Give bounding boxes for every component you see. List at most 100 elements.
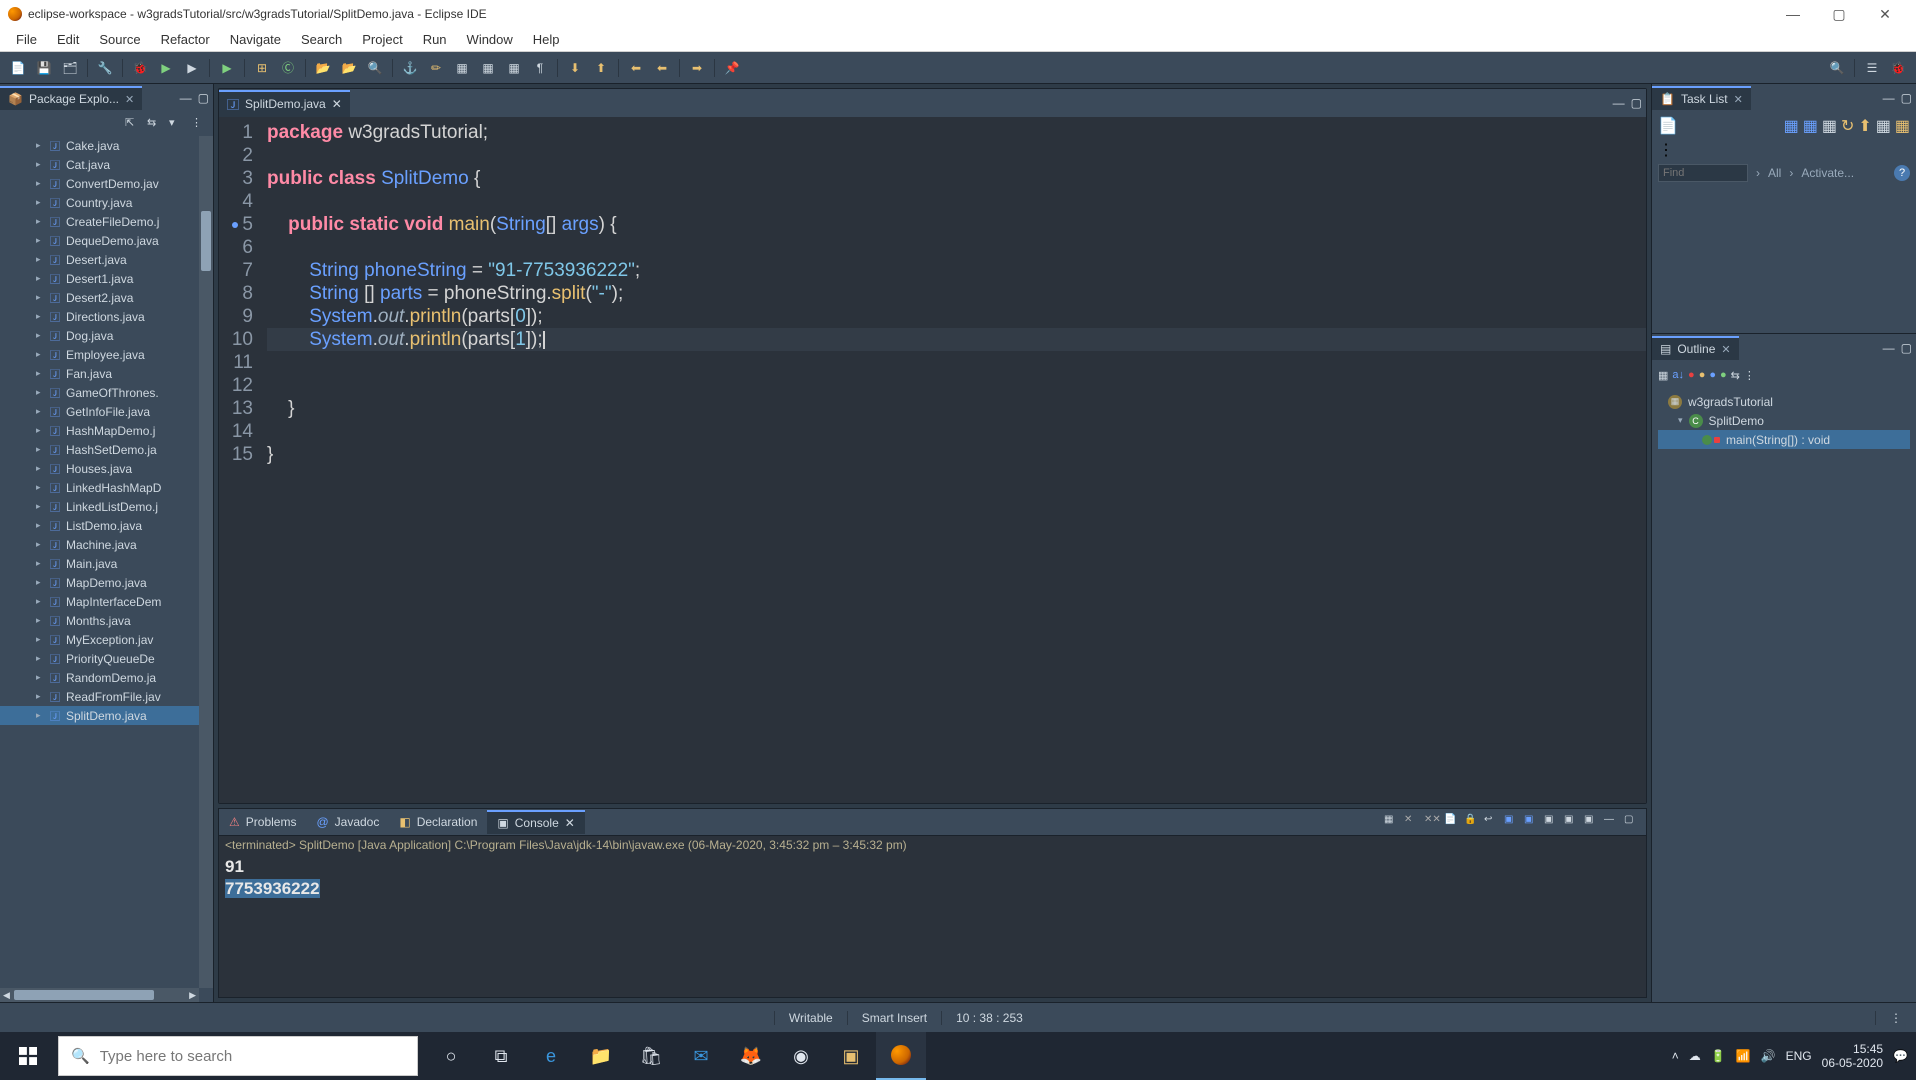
new-icon[interactable]: 📄 (8, 58, 28, 78)
outline-class[interactable]: ▾ C SplitDemo (1658, 411, 1910, 430)
run-last-icon[interactable]: ▶ (217, 58, 237, 78)
link-editor-icon[interactable]: ⇆ (147, 116, 163, 132)
task-find-input[interactable] (1658, 164, 1748, 182)
search-icon[interactable]: 🔍 (365, 58, 385, 78)
code-area[interactable]: package w3gradsTutorial; public class Sp… (261, 117, 1646, 803)
minimize-view-icon[interactable]: — (1883, 341, 1895, 355)
display-sel-icon[interactable]: ▣ (1564, 814, 1580, 830)
volume-icon[interactable]: 🔊 (1761, 1049, 1776, 1063)
minimize-view-icon[interactable]: — (1883, 91, 1895, 105)
view-menu-icon[interactable]: ⋮ (191, 116, 207, 132)
outline-menu-icon[interactable]: ⋮ (1744, 369, 1755, 382)
tree-hscrollbar[interactable]: ◀ ▶ (0, 988, 199, 1002)
firefox-icon[interactable]: 🦊 (726, 1032, 776, 1080)
task-list-tab[interactable]: 📋 Task List ✕ (1652, 86, 1751, 110)
scroll-lock-icon[interactable]: 🔒 (1464, 814, 1480, 830)
tree-item[interactable]: ▸🄹Cake.java (0, 136, 199, 155)
tree-item[interactable]: ▸🄹LinkedListDemo.j (0, 497, 199, 516)
build-icon[interactable]: 🔧 (95, 58, 115, 78)
menu-source[interactable]: Source (89, 32, 150, 47)
pin-editor-icon[interactable]: 📌 (722, 58, 742, 78)
sublime-icon[interactable]: ▣ (826, 1032, 876, 1080)
menu-file[interactable]: File (6, 32, 47, 47)
focus-outline-icon[interactable]: ▦ (1658, 369, 1668, 382)
quick-access-icon[interactable]: 🔍 (1827, 58, 1847, 78)
outline-tab[interactable]: ▤ Outline ✕ (1652, 336, 1739, 360)
categorize-icon[interactable]: ▦ (1784, 116, 1799, 136)
next-annot-icon[interactable]: ⬇ (565, 58, 585, 78)
outline-package[interactable]: ▦ w3gradsTutorial (1658, 392, 1910, 411)
tree-item[interactable]: ▸🄹MapDemo.java (0, 573, 199, 592)
remove-launch-icon[interactable]: ✕ (1404, 814, 1420, 830)
tree-vscrollbar[interactable] (199, 136, 213, 988)
tree-item[interactable]: ▸🄹ReadFromFile.jav (0, 687, 199, 706)
clear-console-icon[interactable]: 📄 (1444, 814, 1460, 830)
word-wrap-icon[interactable]: ↩ (1484, 814, 1500, 830)
perspective-java-icon[interactable]: ☰ (1862, 58, 1882, 78)
tree-item[interactable]: ▸🄹RandomDemo.ja (0, 668, 199, 687)
tree-item[interactable]: ▸🄹Desert.java (0, 250, 199, 269)
menu-refactor[interactable]: Refactor (151, 32, 220, 47)
hide-static-icon[interactable]: ● (1699, 369, 1706, 381)
tree-item[interactable]: ▸🄹Machine.java (0, 535, 199, 554)
minimize-button[interactable]: — (1770, 0, 1816, 28)
filter-icon[interactable]: ▾ (169, 116, 185, 132)
menu-search[interactable]: Search (291, 32, 352, 47)
battery-icon[interactable]: 🔋 (1711, 1049, 1726, 1063)
tree-item[interactable]: ▸🄹ConvertDemo.jav (0, 174, 199, 193)
show-on-err-icon[interactable]: ▣ (1524, 814, 1540, 830)
tree-item[interactable]: ▸🄹Months.java (0, 611, 199, 630)
language-indicator[interactable]: ENG (1786, 1049, 1812, 1063)
menu-run[interactable]: Run (413, 32, 457, 47)
close-icon[interactable]: ✕ (125, 93, 134, 106)
maximize-view-icon[interactable]: ▢ (1901, 91, 1912, 105)
tree-item[interactable]: ▸🄹Country.java (0, 193, 199, 212)
tree-item[interactable]: ▸🄹Directions.java (0, 307, 199, 326)
tree-item[interactable]: ▸🄹PriorityQueueDe (0, 649, 199, 668)
tree-item[interactable]: ▸🄹DequeDemo.java (0, 231, 199, 250)
hide-fields-icon[interactable]: ● (1688, 369, 1695, 381)
show-ws-icon[interactable]: ▦ (478, 58, 498, 78)
wifi-icon[interactable]: 📶 (1736, 1049, 1751, 1063)
tray-up-icon[interactable]: ˄ (1672, 1049, 1679, 1063)
close-icon[interactable]: ✕ (332, 97, 342, 111)
tree-item[interactable]: ▸🄹Houses.java (0, 459, 199, 478)
maximize-bottom-icon[interactable]: ▢ (1624, 814, 1640, 830)
link-outline-icon[interactable]: ⇆ (1731, 369, 1740, 382)
debug-icon[interactable]: 🐞 (130, 58, 150, 78)
new-task-icon[interactable]: 📄 (1658, 116, 1678, 136)
all-link[interactable]: All (1768, 166, 1781, 180)
status-menu-icon[interactable]: ⋮ (1875, 1011, 1916, 1025)
tree-item[interactable]: ▸🄹SplitDemo.java (0, 706, 199, 725)
activate-link[interactable]: Activate... (1801, 166, 1854, 180)
start-button[interactable] (0, 1032, 56, 1080)
minimize-view-icon[interactable]: — (180, 91, 192, 105)
tree-item[interactable]: ▸🄹GameOfThrones. (0, 383, 199, 402)
tab-problems[interactable]: ⚠Problems (219, 811, 306, 833)
maximize-button[interactable]: ▢ (1816, 0, 1862, 28)
tree-item[interactable]: ▸🄹Fan.java (0, 364, 199, 383)
eclipse-taskbar-icon[interactable] (876, 1032, 926, 1080)
collapse-icon[interactable]: ▦ (1876, 116, 1891, 136)
schedule-icon[interactable]: ▦ (1803, 116, 1818, 136)
editor-tab-splitdemo[interactable]: 🄹 SplitDemo.java ✕ (219, 90, 350, 117)
prev-annot-icon[interactable]: ⬆ (591, 58, 611, 78)
forward-icon[interactable]: ➡ (687, 58, 707, 78)
show-on-out-icon[interactable]: ▣ (1504, 814, 1520, 830)
focus-icon[interactable]: ▦ (1822, 116, 1837, 136)
tree-item[interactable]: ▸🄹Employee.java (0, 345, 199, 364)
outline-tree[interactable]: ▦ w3gradsTutorial ▾ C SplitDemo main(Str… (1652, 388, 1916, 453)
sort-icon[interactable]: a↓ (1672, 369, 1684, 381)
tree-item[interactable]: ▸🄹Cat.java (0, 155, 199, 174)
minimize-editor-icon[interactable]: — (1613, 96, 1625, 110)
package-explorer-tab[interactable]: 📦 Package Explo... ✕ (0, 86, 142, 110)
minimize-bottom-icon[interactable]: — (1604, 814, 1620, 830)
close-icon[interactable]: ✕ (1721, 343, 1730, 356)
editor-body[interactable]: 123456789101112131415 package w3gradsTut… (219, 117, 1646, 803)
mail-icon[interactable]: ✉ (676, 1032, 726, 1080)
taskbar-search[interactable]: 🔍 Type here to search (58, 1036, 418, 1076)
tree-item[interactable]: ▸🄹MyException.jav (0, 630, 199, 649)
open-type-icon[interactable]: 📂 (313, 58, 333, 78)
collapse-all-icon[interactable]: ⇱ (125, 116, 141, 132)
maximize-view-icon[interactable]: ▢ (198, 91, 209, 105)
